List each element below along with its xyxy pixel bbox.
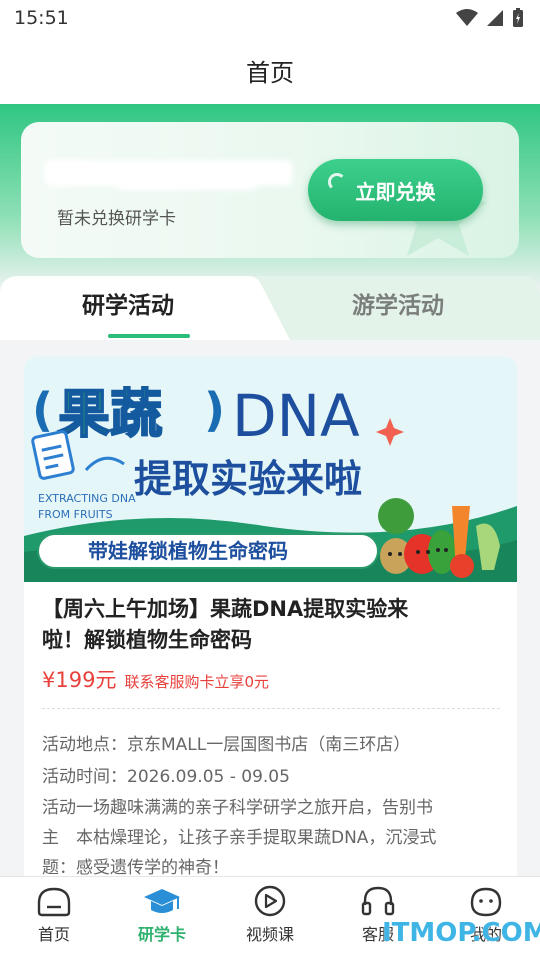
price-row: ¥199元 联系客服购卡立享0元 bbox=[42, 664, 269, 694]
activity-tabs: 研学活动 游学活动 bbox=[0, 274, 540, 340]
clipboard-icon bbox=[31, 430, 75, 480]
description-line: 主 本枯燥理论，让孩子亲手提取果蔬DNA，沉浸式 bbox=[42, 828, 437, 848]
wifi-icon bbox=[456, 9, 478, 26]
banner-english-line2: FROM FRUITS bbox=[38, 508, 113, 521]
redeem-now-button[interactable]: 立即兑换 bbox=[308, 159, 483, 221]
active-tab-indicator bbox=[108, 334, 190, 338]
description-line: 活动一场趣味满满的亲子科学研学之旅开启，告别书 bbox=[42, 798, 433, 818]
tab-research-activities[interactable]: 研学活动 bbox=[82, 286, 174, 320]
battery-icon bbox=[513, 8, 523, 27]
activity-title-line1: 【周六上午加场】果蔬DNA提取实验来 bbox=[42, 597, 409, 621]
banner-bracket-left: ( bbox=[32, 383, 53, 437]
profile-face-icon bbox=[470, 887, 502, 917]
nav-item-study-card[interactable]: 研学卡 bbox=[122, 885, 202, 945]
page-title: 首页 bbox=[246, 58, 294, 87]
watermark-text: ITMOP.COM bbox=[382, 918, 540, 948]
activity-title[interactable]: 【周六上午加场】果蔬DNA提取实验来 啦！解锁植物生命密码 bbox=[42, 594, 502, 656]
banner-title-dna: DNA bbox=[232, 382, 360, 450]
banner-english-line1: EXTRACTING DNA bbox=[38, 492, 136, 505]
activity-title-line2: 啦！解锁植物生命密码 bbox=[42, 628, 252, 652]
status-time: 15:51 bbox=[14, 7, 69, 29]
tab-tour-activities[interactable]: 游学活动 bbox=[352, 286, 444, 320]
banner-slogan: 带娃解锁植物生命密码 bbox=[88, 539, 288, 563]
dashed-divider bbox=[42, 708, 500, 709]
nav-label-video-course: 视频课 bbox=[245, 925, 294, 944]
headset-icon bbox=[361, 886, 395, 916]
activity-banner-image[interactable]: ( 果蔬 ) DNA 提取实验来啦 EXTRACTING DNA FROM FR… bbox=[24, 356, 517, 582]
button-shine-decoration bbox=[328, 173, 346, 191]
activity-description: 活动一场趣味满满的亲子科学研学之旅开启，告别书 主 本枯燥理论，让孩子亲手提取果… bbox=[42, 793, 500, 883]
status-bar: 15:51 bbox=[0, 0, 540, 36]
nav-item-video-course[interactable]: 视频课 bbox=[230, 885, 310, 945]
redeem-button-label: 立即兑换 bbox=[355, 179, 436, 204]
graduation-cap-icon bbox=[144, 889, 180, 913]
nav-label-study-card: 研学卡 bbox=[137, 925, 186, 944]
home-icon bbox=[37, 887, 71, 917]
study-card-panel: 暂未兑换研学卡 立即兑换 bbox=[21, 122, 519, 258]
activity-card[interactable]: ( 果蔬 ) DNA 提取实验来啦 EXTRACTING DNA FROM FR… bbox=[24, 356, 517, 896]
activity-location: 活动地点：京东MALL一层国图书店（南三环店） bbox=[42, 735, 411, 755]
video-play-icon bbox=[254, 885, 286, 917]
banner-bracket-right: ) bbox=[204, 383, 225, 437]
activity-time: 活动时间：2026.09.05 - 09.05 bbox=[42, 767, 290, 787]
card-status-text: 暂未兑换研学卡 bbox=[57, 209, 176, 229]
banner-subtitle: 提取实验来啦 bbox=[134, 457, 362, 501]
nav-label-home: 首页 bbox=[37, 925, 70, 944]
banner-title-cn: 果蔬 bbox=[58, 385, 162, 445]
activity-price: ¥199元 bbox=[42, 668, 117, 692]
promo-text: 联系客服购卡立享0元 bbox=[124, 673, 269, 691]
status-icons bbox=[456, 8, 524, 28]
app-header: 首页 bbox=[0, 36, 540, 104]
signal-icon bbox=[487, 10, 503, 26]
nav-item-home[interactable]: 首页 bbox=[14, 885, 94, 945]
blurred-card-detail bbox=[117, 176, 257, 190]
